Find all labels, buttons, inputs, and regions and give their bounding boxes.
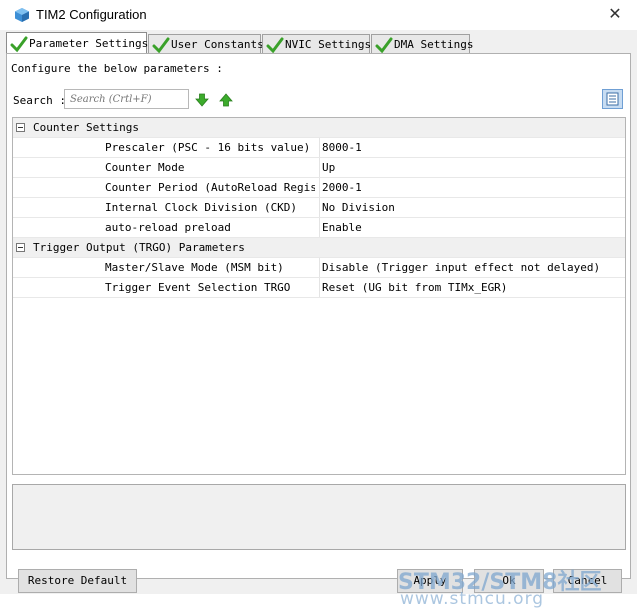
tab-dma-settings[interactable]: DMA Settings xyxy=(371,34,474,54)
check-icon xyxy=(152,37,170,54)
close-button[interactable]: ✕ xyxy=(605,4,625,24)
tab-user-constants[interactable]: User Constants xyxy=(148,34,264,54)
tab-nvic-settings[interactable]: NVIC Settings xyxy=(262,34,372,54)
param-name: Trigger Event Selection TRGO xyxy=(105,281,291,294)
group-row-counter-settings[interactable]: Counter Settings xyxy=(13,118,625,138)
check-icon xyxy=(10,36,28,53)
param-row[interactable]: Trigger Event Selection TRGO Reset (UG b… xyxy=(13,278,625,298)
parameter-grid: Counter Settings Prescaler (PSC - 16 bit… xyxy=(12,117,626,475)
collapse-icon[interactable] xyxy=(16,123,25,132)
param-row[interactable]: Counter Period (AutoReload Regis... 2000… xyxy=(13,178,625,198)
tab-parameter-settings[interactable]: Parameter Settings xyxy=(6,32,149,55)
parameter-settings-panel: Configure the below parameters : Search … xyxy=(6,53,631,579)
arrow-down-icon[interactable] xyxy=(195,93,209,107)
param-value[interactable]: 2000-1 xyxy=(319,178,362,197)
param-name: Counter Mode xyxy=(105,161,185,174)
param-value[interactable]: No Division xyxy=(319,198,395,217)
param-value[interactable]: Reset (UG bit from TIMx_EGR) xyxy=(319,278,507,297)
group-name: Trigger Output (TRGO) Parameters xyxy=(33,241,245,254)
collapse-icon[interactable] xyxy=(16,243,25,252)
cube-app-icon xyxy=(15,8,29,22)
group-row-trigger-output[interactable]: Trigger Output (TRGO) Parameters xyxy=(13,238,625,258)
watermark-url: www.stmcu.org xyxy=(400,589,545,609)
restore-default-button[interactable]: Restore Default xyxy=(18,569,137,593)
dialog-body: Parameter Settings User Constants NVIC S… xyxy=(0,30,637,609)
param-value[interactable]: Enable xyxy=(319,218,362,237)
param-row[interactable]: Counter Mode Up xyxy=(13,158,625,178)
list-view-button[interactable] xyxy=(602,89,623,109)
search-input[interactable] xyxy=(64,89,189,109)
close-icon: ✕ xyxy=(608,4,622,23)
configure-label: Configure the below parameters : xyxy=(11,62,223,75)
check-icon xyxy=(266,37,284,54)
param-value[interactable]: Disable (Trigger input effect not delaye… xyxy=(319,258,600,277)
search-label: Search : xyxy=(13,94,66,107)
group-name: Counter Settings xyxy=(33,121,139,134)
title-bar: TIM2 Configuration ✕ xyxy=(0,0,637,30)
check-icon xyxy=(375,37,393,54)
param-value[interactable]: Up xyxy=(319,158,335,177)
param-row[interactable]: Internal Clock Division (CKD) No Divisio… xyxy=(13,198,625,218)
tab-label: NVIC Settings xyxy=(285,38,372,51)
tab-label: Parameter Settings xyxy=(29,37,149,50)
param-name: Master/Slave Mode (MSM bit) xyxy=(105,261,284,274)
tab-label: User Constants xyxy=(171,38,264,51)
param-value[interactable]: 8000-1 xyxy=(319,138,362,157)
param-row[interactable]: Prescaler (PSC - 16 bits value) 8000-1 xyxy=(13,138,625,158)
param-row[interactable]: auto-reload preload Enable xyxy=(13,218,625,238)
param-name: Internal Clock Division (CKD) xyxy=(105,201,298,214)
description-box xyxy=(12,484,626,550)
tab-label: DMA Settings xyxy=(394,38,474,51)
param-name: auto-reload preload xyxy=(105,221,231,234)
param-name: Counter Period (AutoReload Regis... xyxy=(105,181,315,194)
list-icon xyxy=(606,92,619,106)
arrow-up-icon[interactable] xyxy=(219,93,233,107)
window-title: TIM2 Configuration xyxy=(36,7,147,22)
param-row[interactable]: Master/Slave Mode (MSM bit) Disable (Tri… xyxy=(13,258,625,278)
param-name: Prescaler (PSC - 16 bits value) xyxy=(105,141,311,154)
